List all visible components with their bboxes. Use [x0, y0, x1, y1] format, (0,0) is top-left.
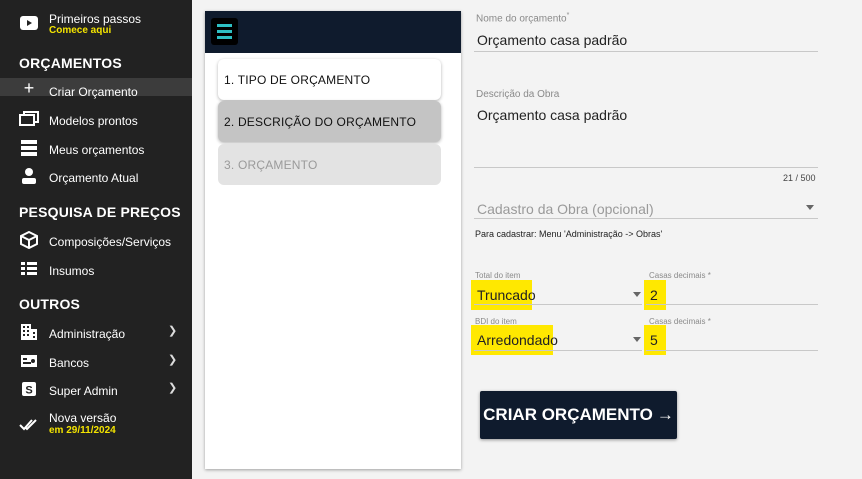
chevron-right-icon: ❯ [168, 325, 178, 337]
cube-icon [19, 230, 39, 250]
step-budget-type[interactable]: 1. TIPO DE ORÇAMENTO [218, 59, 441, 100]
sidebar-item-label: Criar Orçamento [49, 85, 138, 99]
sidebar-item-label: Nova versão [49, 411, 117, 425]
budget-name-underline [474, 51, 818, 52]
chevron-right-icon: ❯ [168, 354, 178, 366]
dropdown-arrow-icon[interactable] [633, 292, 641, 297]
sidebar-item-super-admin[interactable]: S Super Admin ❯ [0, 377, 192, 403]
bank-card-icon [19, 351, 39, 371]
bdi-item-underline [474, 350, 642, 351]
work-select-underline [474, 218, 818, 219]
dropdown-arrow-icon[interactable] [633, 337, 641, 342]
sidebar-item-label: Primeiros passos [49, 12, 142, 26]
user-icon [19, 166, 39, 186]
description-char-counter: 21 / 500 [783, 173, 816, 183]
total-item-label: Total do item [475, 271, 521, 280]
budget-name-label: Nome do orçamento* [476, 12, 570, 25]
total-decimals-input[interactable]: 2 [644, 280, 666, 310]
hamburger-menu-icon[interactable] [211, 18, 238, 45]
section-title-others: OUTROS [19, 296, 81, 312]
section-title-budgets: ORÇAMENTOS [19, 55, 122, 71]
stepper-panel: 1. TIPO DE ORÇAMENTO 2. DESCRIÇÃO DO ORÇ… [205, 11, 461, 469]
svg-text:S: S [25, 385, 32, 397]
sidebar-item-sublabel: Comece aqui [49, 25, 112, 36]
sidebar-item-label: Orçamento Atual [49, 171, 139, 185]
sidebar-item-label: Meus orçamentos [49, 143, 145, 157]
sidebar-item-first-steps[interactable]: Primeiros passos Comece aqui [0, 6, 192, 40]
bdi-decimals-underline [646, 350, 818, 351]
work-hint: Para cadastrar: Menu 'Administração -> O… [475, 229, 663, 239]
sidebar-item-inputs[interactable]: Insumos [0, 257, 192, 283]
plus-icon: + [23, 77, 35, 98]
arrow-right-icon: → [656, 405, 674, 424]
total-decimals-label: Casas decimais * [649, 271, 711, 280]
sidebar-item-ready-models[interactable]: Modelos prontos [0, 107, 192, 133]
step-budget-description[interactable]: 2. DESCRIÇÃO DO ORÇAMENTO [218, 101, 441, 142]
sidebar-item-label: Insumos [49, 264, 95, 278]
description-textarea[interactable]: Orçamento casa padrão [477, 107, 627, 123]
sidebar-item-label: Administração [49, 327, 126, 341]
chevron-right-icon: ❯ [168, 382, 178, 394]
sidebar-item-label: Modelos prontos [49, 114, 138, 128]
sidebar-item-compositions[interactable]: Composições/Serviços [0, 228, 192, 254]
dropdown-arrow-icon[interactable] [806, 205, 814, 210]
sidebar-item-administration[interactable]: Administração ❯ [0, 320, 192, 346]
server-icon [19, 138, 39, 158]
sidebar-item-label: Bancos [49, 356, 90, 370]
s-box-icon: S [19, 379, 39, 399]
create-budget-label: CRIAR ORÇAMENTO [483, 405, 653, 424]
description-underline [474, 167, 818, 168]
double-check-icon [19, 414, 39, 434]
youtube-icon [19, 13, 39, 33]
sidebar-item-my-budgets[interactable]: Meus orçamentos [0, 136, 192, 162]
stepper-header [205, 11, 461, 53]
sidebar-item-create-budget[interactable]: + Criar Orçamento [0, 77, 192, 99]
sidebar: Primeiros passos Comece aqui ORÇAMENTOS … [0, 0, 192, 479]
sidebar-item-banks[interactable]: Bancos ❯ [0, 349, 192, 375]
sidebar-item-current-budget[interactable]: Orçamento Atual [0, 164, 192, 190]
step-budget[interactable]: 3. ORÇAMENTO [218, 144, 441, 185]
total-item-select[interactable]: Truncado [471, 280, 536, 310]
total-item-underline [474, 304, 642, 305]
description-label: Descrição da Obra [476, 89, 560, 100]
monitor-stack-icon [19, 109, 39, 129]
section-title-prices: PESQUISA DE PREÇOS [19, 204, 181, 220]
sidebar-item-label: Composições/Serviços [49, 235, 172, 249]
work-select[interactable]: Cadastro da Obra (opcional) [477, 201, 654, 217]
list-icon [19, 259, 39, 279]
create-budget-button[interactable]: CRIAR ORÇAMENTO → [480, 391, 677, 439]
sidebar-item-label: Super Admin [49, 384, 118, 398]
sidebar-item-new-version[interactable]: Nova versão em 29/11/2024 [0, 408, 192, 440]
sidebar-item-sublabel: em 29/11/2024 [49, 425, 116, 436]
building-icon [19, 322, 39, 342]
total-decimals-underline [646, 304, 818, 305]
budget-name-input[interactable]: Orçamento casa padrão [477, 32, 627, 48]
